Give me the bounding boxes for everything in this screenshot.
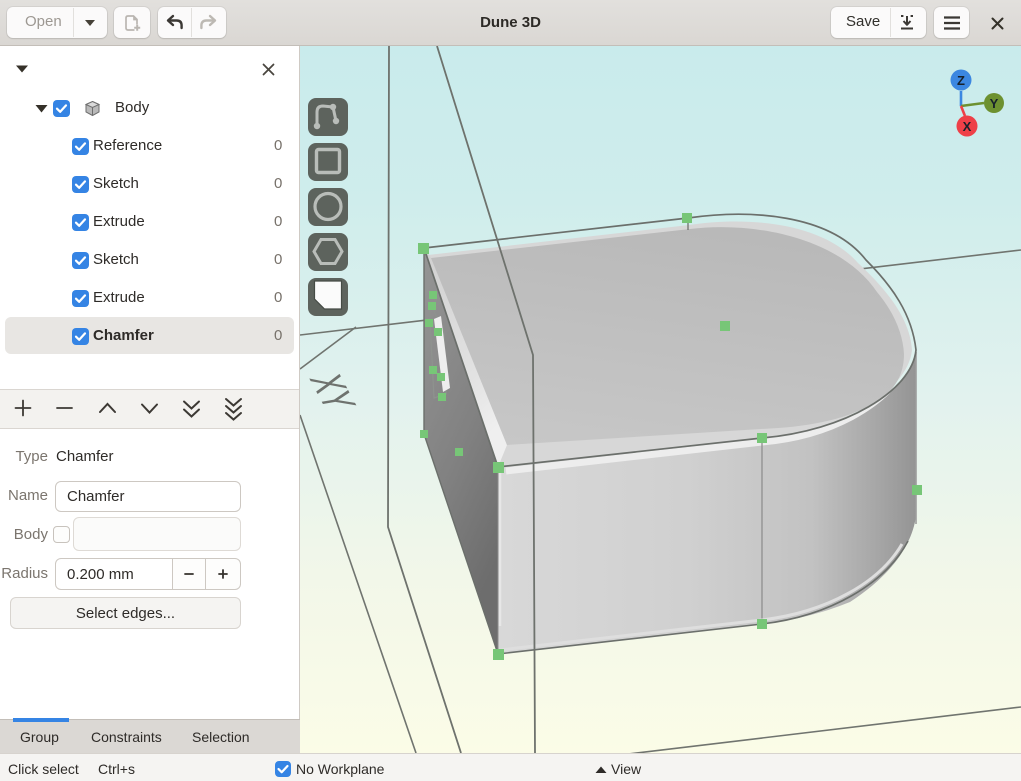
svg-text:Z: Z (957, 73, 965, 88)
svg-text:Y: Y (990, 96, 999, 111)
svg-text:X: X (963, 119, 972, 134)
